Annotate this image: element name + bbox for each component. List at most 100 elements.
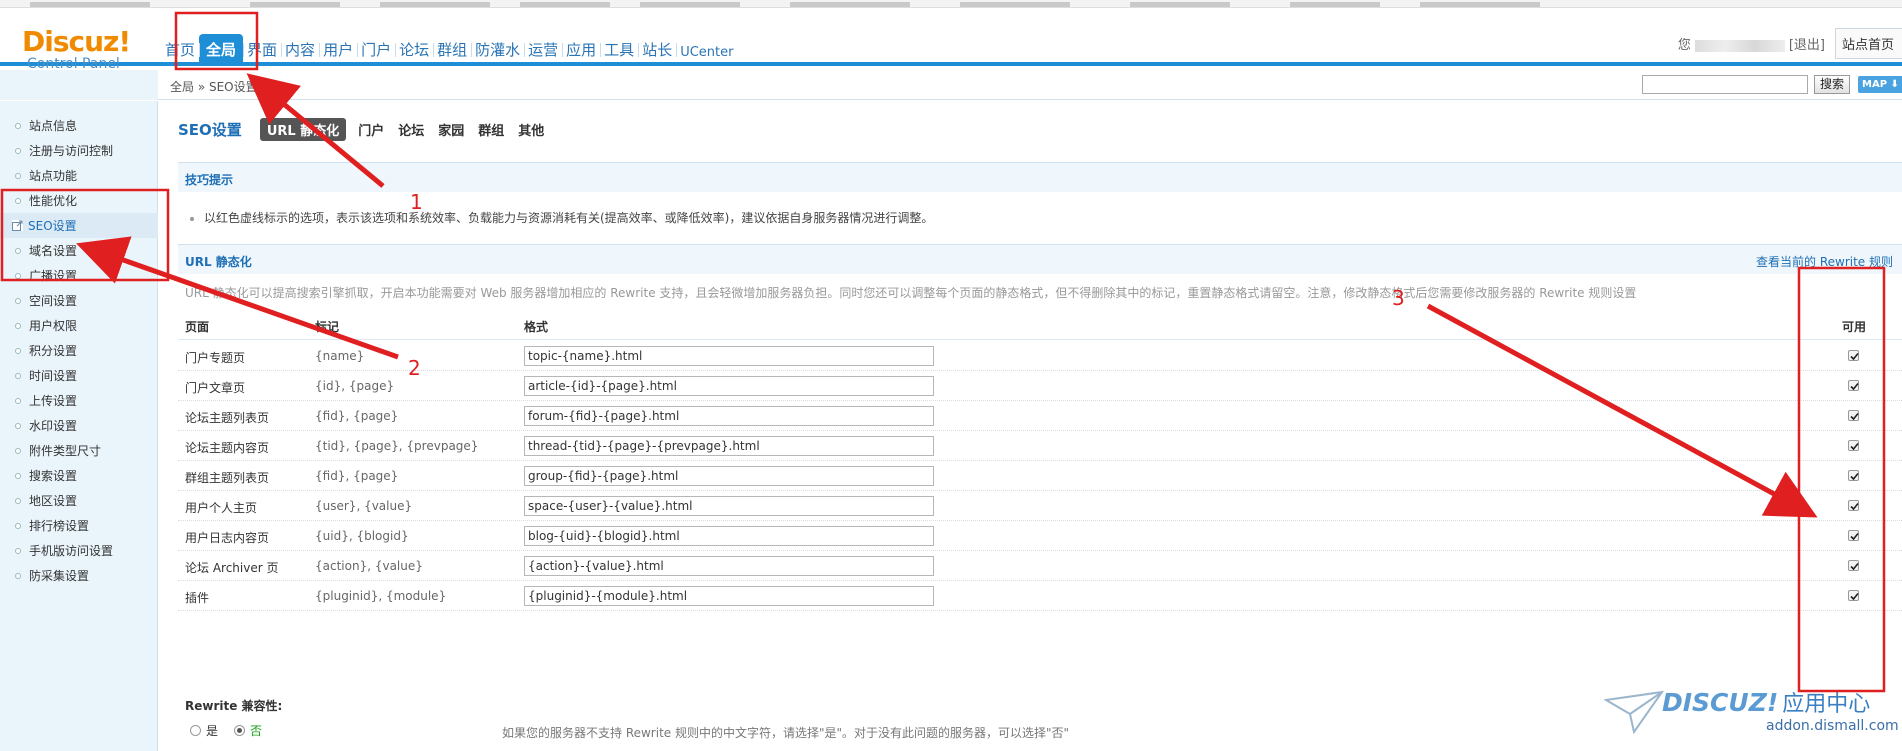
enabled-checkbox[interactable]: [1848, 350, 1859, 361]
top-nav: 首页 全局 界面 内容 用户 门户 论坛 群组 防灌水 运营 应用 工具 站长 …: [161, 34, 737, 66]
nav-tools[interactable]: 工具: [600, 34, 638, 66]
enabled-checkbox[interactable]: [1848, 440, 1859, 451]
sidebar-item-seo[interactable]: SEO设置: [0, 213, 158, 238]
rewrite-compat-label: Rewrite 兼容性:: [185, 699, 283, 713]
bullet-icon: [15, 172, 21, 179]
bullet-icon: [15, 372, 21, 379]
enabled-checkbox[interactable]: [1848, 560, 1859, 571]
format-input[interactable]: [524, 496, 934, 516]
site-home-button[interactable]: 站点首页: [1834, 28, 1902, 59]
bullet-icon: [15, 272, 21, 279]
check-icon: [1850, 382, 1859, 391]
table-row: 用户个人主页 {user}, {value}: [178, 491, 1902, 521]
radio-no-label[interactable]: 否: [250, 722, 262, 739]
tip-item: 以红色虚线标示的选项，表示该选项和系统效率、负载能力与资源消耗有关(提高效率、或…: [190, 209, 933, 226]
view-rewrite-rules-link[interactable]: 查看当前的 Rewrite 规则: [1756, 253, 1893, 270]
sidebar-item-register[interactable]: 注册与访问控制: [0, 138, 158, 163]
sidebar-item-anti-collect[interactable]: 防采集设置: [0, 563, 158, 588]
sidebar: 站点信息 注册与访问控制 站点功能 性能优化 SEO设置 域名设置 广播设置 空…: [0, 101, 158, 751]
nav-apps[interactable]: 应用: [562, 34, 600, 66]
table-row: 论坛主题内容页 {tid}, {page}, {prevpage}: [178, 431, 1902, 461]
radio-no[interactable]: [234, 725, 246, 736]
sidebar-item-mobile[interactable]: 手机版访问设置: [0, 538, 158, 563]
sidebar-item-user-perms[interactable]: 用户权限: [0, 313, 158, 338]
sidebar-item-time[interactable]: 时间设置: [0, 363, 158, 388]
radio-yes-label[interactable]: 是: [206, 722, 218, 739]
logo-main: Discuz!: [22, 25, 131, 58]
bullet-icon: [15, 147, 21, 154]
enabled-checkbox[interactable]: [1848, 410, 1859, 421]
sidebar-item-credits[interactable]: 积分设置: [0, 338, 158, 363]
enabled-checkbox[interactable]: [1848, 470, 1859, 481]
search-button[interactable]: 搜索: [1814, 75, 1851, 94]
nav-operation[interactable]: 运营: [524, 34, 562, 66]
tab-group[interactable]: 群组: [478, 120, 504, 139]
nav-content[interactable]: 内容: [281, 34, 319, 66]
format-input[interactable]: [524, 406, 934, 426]
discuz-logo[interactable]: Discuz! Control Panel: [22, 25, 142, 73]
sidebar-item-region[interactable]: 地区设置: [0, 488, 158, 513]
username-blurred: [1694, 39, 1785, 52]
table-row: 论坛 Archiver 页 {action}, {value}: [178, 551, 1902, 581]
enabled-checkbox[interactable]: [1848, 380, 1859, 391]
sidebar-item-watermark[interactable]: 水印设置: [0, 413, 158, 438]
radio-yes[interactable]: [190, 725, 201, 736]
nav-global[interactable]: 全局: [199, 34, 244, 66]
logout-link[interactable]: [退出]: [1789, 38, 1825, 53]
bullet-icon: [15, 322, 21, 329]
sidebar-item-domain[interactable]: 域名设置: [0, 238, 158, 263]
bullet-icon: [15, 547, 21, 554]
nav-interface[interactable]: 界面: [243, 34, 281, 66]
check-icon: [1850, 502, 1859, 511]
format-input[interactable]: [524, 436, 934, 456]
sidebar-item-ranklist[interactable]: 排行榜设置: [0, 513, 158, 538]
sidebar-item-site-features[interactable]: 站点功能: [0, 163, 158, 188]
admin-search-input[interactable]: [1642, 75, 1808, 94]
tab-portal[interactable]: 门户: [358, 120, 384, 139]
nav-group[interactable]: 群组: [433, 34, 471, 66]
check-icon: [1850, 352, 1859, 361]
enabled-checkbox[interactable]: [1848, 500, 1859, 511]
sidebar-item-upload[interactable]: 上传设置: [0, 388, 158, 413]
sidebar-item-attach-types[interactable]: 附件类型尺寸: [0, 438, 158, 463]
nav-portal[interactable]: 门户: [357, 34, 395, 66]
table-row: 用户日志内容页 {uid}, {blogid}: [178, 521, 1902, 551]
tab-forum[interactable]: 论坛: [398, 120, 424, 139]
sidebar-item-site-info[interactable]: 站点信息: [0, 113, 158, 138]
bullet-icon: [15, 247, 21, 254]
nav-antispam[interactable]: 防灌水: [471, 34, 524, 66]
format-input[interactable]: [524, 586, 934, 606]
format-input[interactable]: [524, 346, 934, 366]
tab-url-static[interactable]: URL 静态化: [259, 117, 347, 141]
tab-other[interactable]: 其他: [518, 120, 544, 139]
sidebar-item-performance[interactable]: 性能优化: [0, 188, 158, 213]
nav-forum[interactable]: 论坛: [395, 34, 433, 66]
bullet-icon: [15, 397, 21, 404]
sidebar-item-space[interactable]: 空间设置: [0, 288, 158, 313]
nav-ucenter[interactable]: UCenter: [676, 34, 737, 66]
nav-founder[interactable]: 站长: [638, 34, 676, 66]
bullet-icon: [15, 122, 21, 129]
enabled-checkbox[interactable]: [1848, 590, 1859, 601]
enabled-checkbox[interactable]: [1848, 530, 1859, 541]
table-header: 页面 标记 格式 可用: [178, 306, 1902, 340]
format-input[interactable]: [524, 376, 934, 396]
table-row: 论坛主题列表页 {fid}, {page}: [178, 401, 1902, 431]
col-enabled: 可用: [1842, 320, 1867, 334]
nav-home[interactable]: 首页: [161, 34, 199, 66]
map-button[interactable]: MAP ⬇: [1858, 76, 1902, 93]
col-mark: 标记: [315, 320, 340, 334]
breadcrumb[interactable]: 全局 » SEO设置 [+]: [170, 78, 281, 95]
format-input[interactable]: [524, 466, 934, 486]
annotation-label-2: 2: [408, 356, 421, 380]
bullet-icon: [15, 197, 21, 204]
header: Discuz! Control Panel 首页 全局 界面 内容 用户 门户 …: [0, 8, 1902, 72]
tab-home[interactable]: 家园: [438, 120, 464, 139]
format-input[interactable]: [524, 526, 934, 546]
format-input[interactable]: [524, 556, 934, 576]
check-icon: [1850, 472, 1859, 481]
sidebar-item-search[interactable]: 搜索设置: [0, 463, 158, 488]
sidebar-item-broadcast[interactable]: 广播设置: [0, 263, 158, 288]
col-page: 页面: [185, 320, 210, 334]
nav-users[interactable]: 用户: [319, 34, 357, 66]
